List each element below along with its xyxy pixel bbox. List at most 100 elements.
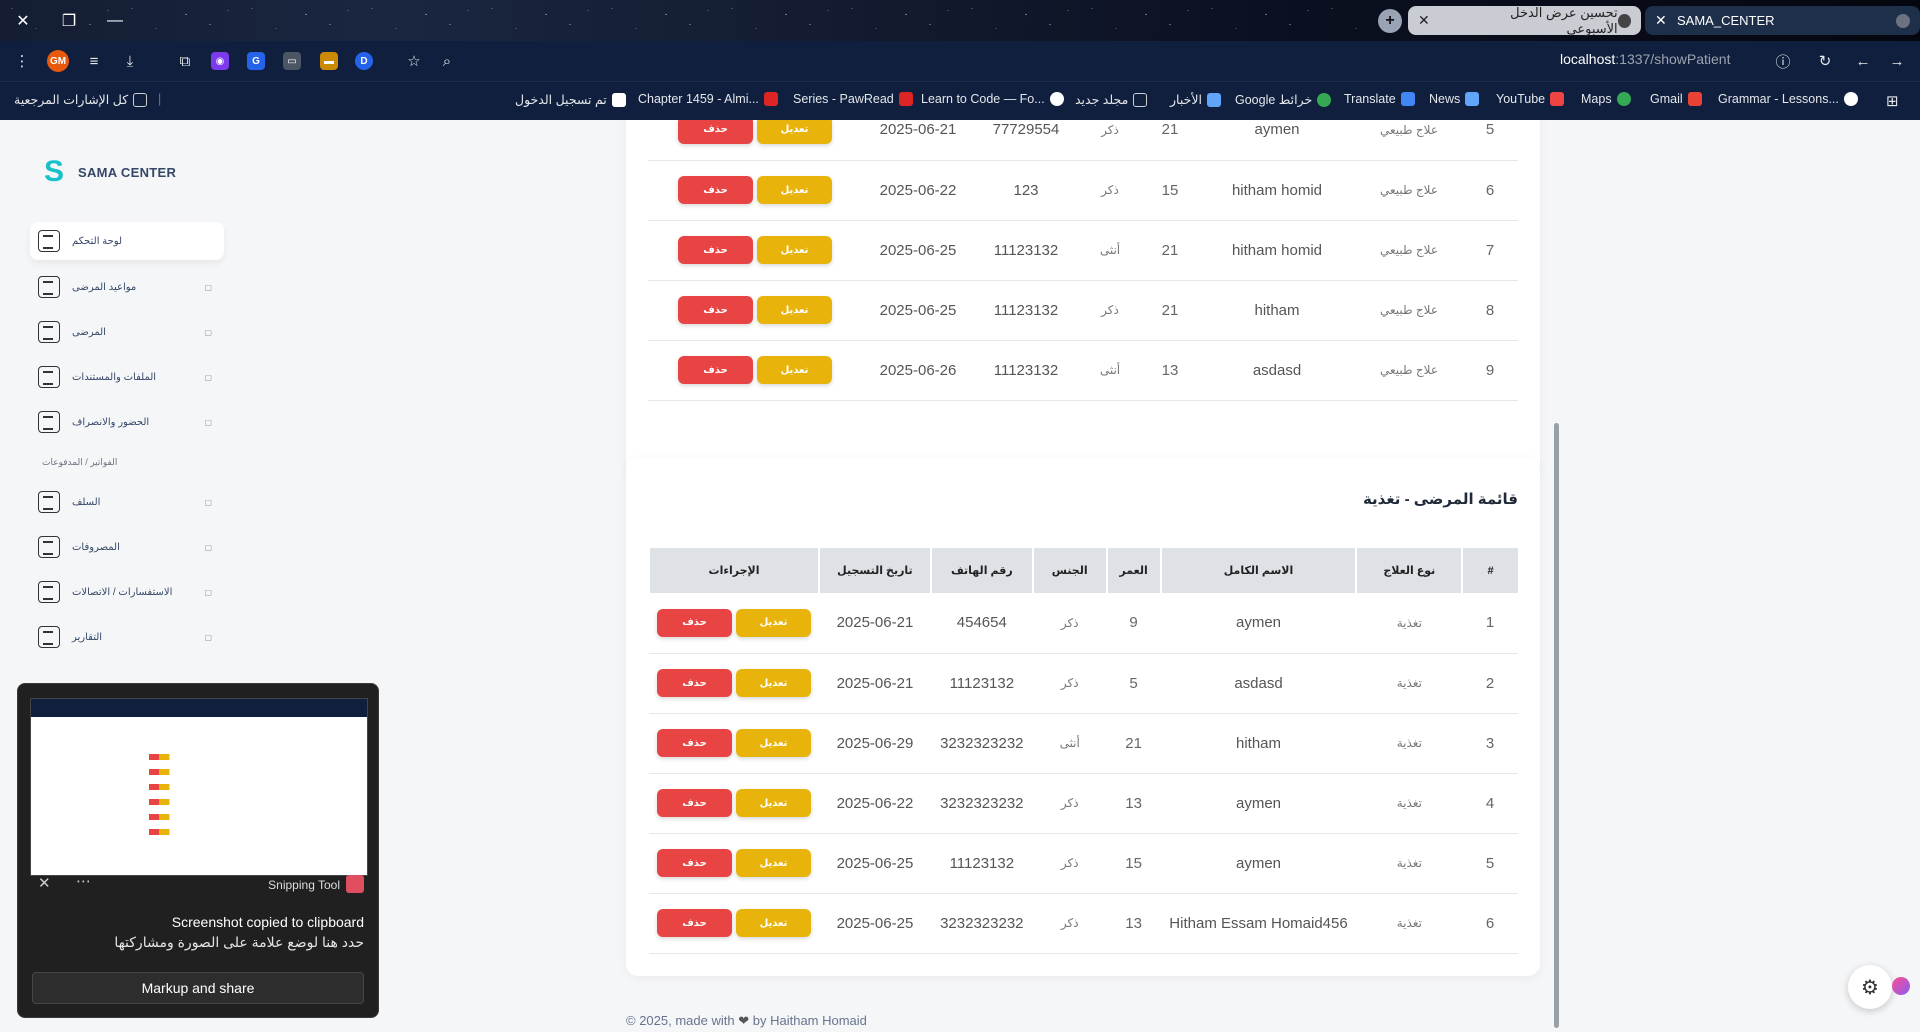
cell-type: تغذية	[1356, 893, 1463, 954]
delete-button[interactable]: حذف	[657, 729, 732, 757]
page-scrollbar[interactable]	[1554, 423, 1559, 1028]
address-bar[interactable]: localhost:1337/showPatient	[1560, 51, 1730, 67]
sidebar-item-appointments[interactable]: مواعيد المرضى ▢	[30, 268, 224, 306]
bookmark-item[interactable]: YouTube	[1496, 92, 1565, 106]
edit-button[interactable]: تعديل	[736, 909, 811, 937]
edit-button[interactable]: تعديل	[736, 789, 811, 817]
edit-button[interactable]: تعديل	[757, 120, 832, 144]
edit-button[interactable]: تعديل	[757, 236, 832, 264]
delete-button[interactable]: حذف	[657, 608, 732, 637]
sidebar-item-attendance[interactable]: الحضور والانصراف ▢	[30, 403, 224, 441]
footer-author[interactable]: by Haitham Homaid	[753, 1013, 867, 1028]
toast-more-icon[interactable]: ⋯	[76, 872, 91, 890]
delete-button[interactable]: حذف	[657, 849, 732, 877]
column-header-name: الاسم الكامل	[1159, 548, 1357, 593]
apps-grid-icon[interactable]: ⊞	[1886, 92, 1899, 110]
edit-button[interactable]: تعديل	[736, 849, 811, 877]
delete-button[interactable]: حذف	[657, 789, 732, 817]
forward-icon[interactable]: →	[1887, 51, 1907, 71]
sidebar-section-invoices[interactable]: الفواتير / المدفوعات	[42, 457, 117, 468]
delete-button[interactable]: حذف	[678, 120, 753, 144]
edit-button[interactable]: تعديل	[736, 669, 811, 697]
sidebar-item-inquiries[interactable]: الاستفسارات / الاتصالات ▢	[30, 573, 224, 611]
row-actions: حذف تعديل	[649, 669, 819, 697]
column-header-type: نوع العلاج	[1355, 548, 1463, 593]
sidebar-item-dashboard[interactable]: لوحة التحكم	[30, 222, 224, 260]
window-minimize-icon[interactable]: —	[92, 0, 138, 41]
delete-button[interactable]: حذف	[678, 236, 753, 264]
extension-icon-4[interactable]: D	[355, 52, 373, 70]
edit-button[interactable]: تعديل	[757, 296, 832, 324]
sidebar-item-files[interactable]: الملفات والمستندات ▢	[30, 358, 224, 396]
bookmark-star-icon[interactable]: ☆	[404, 51, 424, 71]
column-header-actions: الإجراءات	[648, 548, 819, 593]
cell-phone: 11123132	[930, 833, 1033, 894]
cell-phone: 11123132	[974, 280, 1078, 341]
brand[interactable]: S SAMA CENTER	[44, 156, 176, 188]
bookmark-favicon-icon	[611, 92, 626, 107]
browser-menu-icon[interactable]: ⋮	[12, 51, 32, 71]
tab-close-icon[interactable]: ✕	[1655, 12, 1671, 29]
extension-icon-3[interactable]: ▬	[320, 52, 338, 70]
download-icon[interactable]: ⤓	[120, 51, 140, 71]
reload-icon[interactable]: ↻	[1815, 51, 1835, 71]
cell-gender: ذكر	[1078, 280, 1142, 341]
snipping-toast[interactable]: ✕ ⋯ Snipping Tool Screenshot copied to c…	[17, 683, 379, 1018]
bookmark-item[interactable]: Grammar - Lessons...	[1718, 92, 1858, 106]
bookmark-item[interactable]: Google خرائط	[1235, 92, 1332, 107]
bookmark-item[interactable]: Learn to Code — Fo...	[921, 92, 1064, 106]
extensions-icon[interactable]: ⧉	[175, 51, 195, 71]
edit-button[interactable]: تعديل	[757, 176, 832, 204]
site-info-icon[interactable]: ⓘ	[1773, 51, 1793, 71]
bookmark-item[interactable]: مجلد جديد	[1075, 92, 1148, 107]
zoom-icon[interactable]: ⌕	[437, 51, 457, 71]
extension-floating-icon[interactable]	[1892, 977, 1910, 995]
tab-search-icon[interactable]: ≡	[84, 51, 104, 71]
translate-extension-icon[interactable]: G	[247, 52, 265, 70]
cell-phone: 454654	[930, 593, 1033, 654]
profile-avatar[interactable]: GM	[47, 50, 69, 72]
bookmark-item[interactable]: News	[1429, 92, 1480, 106]
bookmark-item[interactable]: Translate	[1344, 92, 1415, 106]
edit-button[interactable]: تعديل	[736, 608, 811, 637]
tab-active[interactable]: ✕ SAMA_CENTER	[1645, 6, 1920, 35]
back-icon[interactable]: ←	[1853, 51, 1873, 71]
column-header-gender: الجنس	[1031, 548, 1107, 593]
delete-button[interactable]: حذف	[678, 296, 753, 324]
toast-close-icon[interactable]: ✕	[38, 874, 51, 892]
tab-inactive[interactable]: ✕ تحسين عرض الدخل الأسبوعي	[1408, 5, 1641, 36]
bookmark-item[interactable]: Maps	[1581, 92, 1631, 106]
cell-name: aymen	[1198, 120, 1356, 161]
files-icon	[38, 366, 60, 388]
cell-gender: أنثى	[1078, 340, 1142, 401]
extension-icon-2[interactable]: ▭	[283, 52, 301, 70]
screenshot-thumbnail[interactable]	[30, 698, 368, 876]
cell-phone: 3232323232	[930, 773, 1033, 834]
edit-button[interactable]: تعديل	[757, 356, 832, 384]
bookmark-all[interactable]: كل الإشارات المرجعية	[14, 92, 148, 107]
tab-close-icon[interactable]: ✕	[1418, 12, 1433, 29]
delete-button[interactable]: حذف	[678, 176, 753, 204]
delete-button[interactable]: حذف	[657, 909, 732, 937]
bookmark-item[interactable]: Series - PawRead	[793, 92, 913, 106]
extension-icon-1[interactable]: ◉	[211, 52, 229, 70]
bookmark-item[interactable]: تم تسجيل الدخول	[515, 92, 626, 107]
window-restore-icon[interactable]: ❐	[46, 0, 92, 41]
row-actions: حذف تعديل	[648, 296, 862, 324]
new-tab-button[interactable]: +	[1378, 9, 1402, 33]
sidebar-item-reports[interactable]: التقارير ▢	[30, 618, 224, 656]
bookmark-item[interactable]: Gmail	[1650, 92, 1702, 106]
bookmark-item[interactable]: الأخبار	[1170, 92, 1221, 107]
sidebar-item-advances[interactable]: السلف ▢	[30, 483, 224, 521]
markup-share-button[interactable]: Markup and share	[32, 972, 364, 1004]
delete-button[interactable]: حذف	[657, 669, 732, 697]
window-close-icon[interactable]: ✕	[0, 0, 46, 41]
edit-button[interactable]: تعديل	[736, 729, 811, 757]
sidebar-item-expenses[interactable]: المصروفات ▢	[30, 528, 224, 566]
delete-button[interactable]: حذف	[678, 356, 753, 384]
bookmark-item[interactable]: Chapter 1459 - Almi...	[638, 92, 778, 106]
sidebar-item-patients[interactable]: المرضى ▢	[30, 313, 224, 351]
cell-actions: حذف تعديل	[649, 833, 819, 894]
settings-fab-icon[interactable]: ⚙	[1848, 965, 1892, 1009]
cell-gender: ذكر	[1032, 653, 1107, 714]
